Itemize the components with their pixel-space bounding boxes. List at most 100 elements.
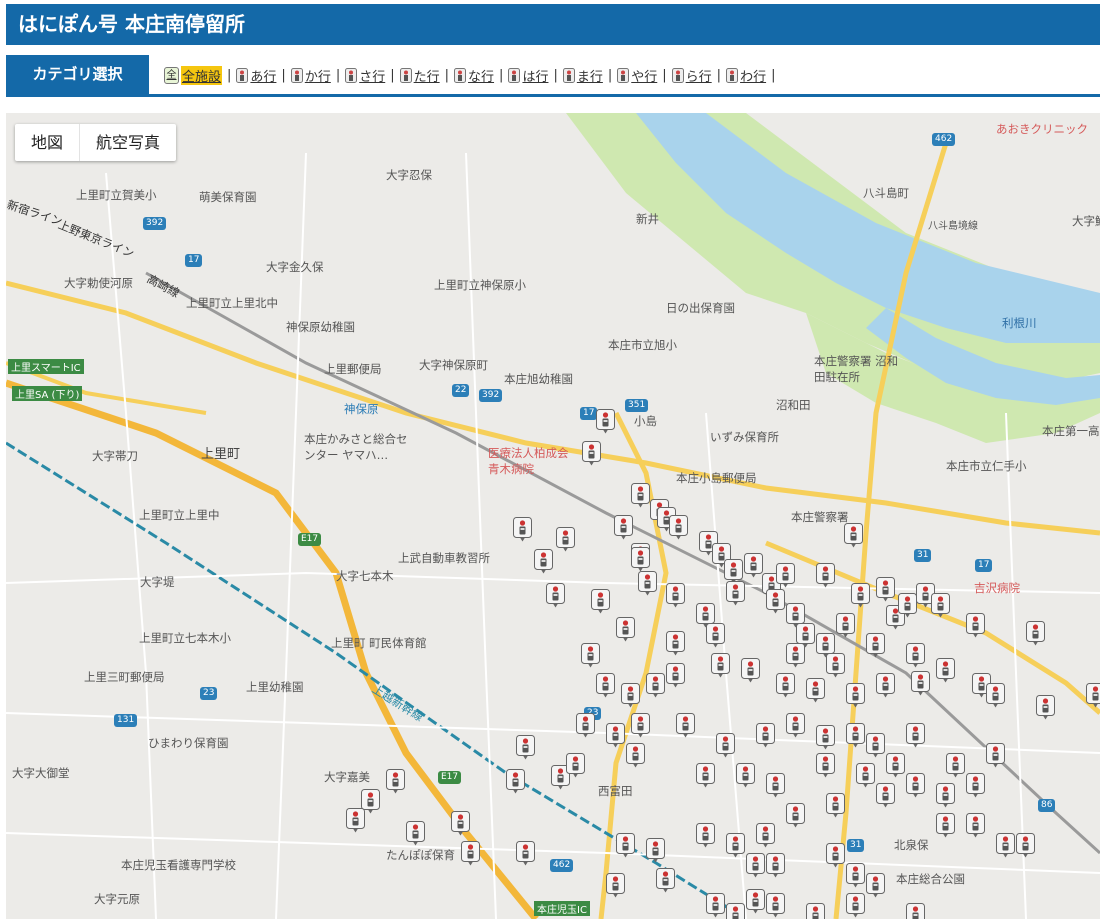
bus-stop-pin-icon[interactable] xyxy=(606,723,625,748)
bus-stop-pin-icon[interactable] xyxy=(696,823,715,848)
bus-stop-pin-icon[interactable] xyxy=(626,743,645,768)
bus-stop-pin-icon[interactable] xyxy=(826,793,845,818)
bus-stop-pin-icon[interactable] xyxy=(696,763,715,788)
bus-stop-pin-icon[interactable] xyxy=(546,583,565,608)
bus-stop-pin-icon[interactable] xyxy=(856,763,875,788)
bus-stop-pin-icon[interactable] xyxy=(806,678,825,703)
bus-stop-pin-icon[interactable] xyxy=(614,515,633,540)
bus-stop-pin-icon[interactable] xyxy=(556,527,575,552)
bus-stop-pin-icon[interactable] xyxy=(906,903,925,919)
bus-stop-pin-icon[interactable] xyxy=(1016,833,1035,858)
bus-stop-pin-icon[interactable] xyxy=(906,643,925,668)
bus-stop-pin-icon[interactable] xyxy=(516,841,535,866)
bus-stop-pin-icon[interactable] xyxy=(646,673,665,698)
bus-stop-pin-icon[interactable] xyxy=(886,753,905,778)
bus-stop-pin-icon[interactable] xyxy=(741,658,760,683)
bus-stop-pin-icon[interactable] xyxy=(386,769,405,794)
bus-stop-pin-icon[interactable] xyxy=(406,821,425,846)
bus-stop-pin-icon[interactable] xyxy=(776,673,795,698)
bus-stop-pin-icon[interactable] xyxy=(631,483,650,508)
bus-stop-pin-icon[interactable] xyxy=(756,723,775,748)
bus-stop-pin-icon[interactable] xyxy=(876,577,895,602)
bus-stop-pin-icon[interactable] xyxy=(666,631,685,656)
bus-stop-pin-icon[interactable] xyxy=(621,683,640,708)
bus-stop-pin-icon[interactable] xyxy=(986,683,1005,708)
bus-stop-pin-icon[interactable] xyxy=(876,673,895,698)
bus-stop-pin-icon[interactable] xyxy=(906,773,925,798)
bus-stop-pin-icon[interactable] xyxy=(766,853,785,878)
bus-stop-pin-icon[interactable] xyxy=(582,441,601,466)
bus-stop-pin-icon[interactable] xyxy=(631,547,650,572)
bus-stop-pin-icon[interactable] xyxy=(638,571,657,596)
bus-stop-pin-icon[interactable] xyxy=(1026,621,1045,646)
bus-stop-pin-icon[interactable] xyxy=(766,773,785,798)
bus-stop-pin-icon[interactable] xyxy=(936,783,955,808)
bus-stop-pin-icon[interactable] xyxy=(726,903,745,919)
category-item-ma[interactable]: ま行 xyxy=(562,66,603,85)
bus-stop-pin-icon[interactable] xyxy=(826,843,845,868)
category-item-ka[interactable]: か行 xyxy=(290,66,331,85)
bus-stop-pin-icon[interactable] xyxy=(616,617,635,642)
bus-stop-pin-icon[interactable] xyxy=(846,863,865,888)
bus-stop-pin-icon[interactable] xyxy=(461,841,480,866)
category-item-a[interactable]: あ行 xyxy=(236,66,276,85)
bus-stop-pin-icon[interactable] xyxy=(346,808,365,833)
category-item-wa[interactable]: わ行 xyxy=(726,66,766,85)
bus-stop-pin-icon[interactable] xyxy=(911,671,930,696)
bus-stop-pin-icon[interactable] xyxy=(746,889,765,914)
category-item-sa[interactable]: さ行 xyxy=(345,66,385,85)
bus-stop-pin-icon[interactable] xyxy=(986,743,1005,768)
category-item-na[interactable]: な行 xyxy=(454,66,494,85)
bus-stop-pin-icon[interactable] xyxy=(666,583,685,608)
bus-stop-pin-icon[interactable] xyxy=(851,583,870,608)
bus-stop-pin-icon[interactable] xyxy=(946,753,965,778)
bus-stop-pin-icon[interactable] xyxy=(826,653,845,678)
bus-stop-pin-icon[interactable] xyxy=(726,833,745,858)
bus-stop-pin-icon[interactable] xyxy=(936,813,955,838)
map-button[interactable]: 地図 xyxy=(15,124,81,161)
bus-stop-pin-icon[interactable] xyxy=(966,773,985,798)
bus-stop-pin-icon[interactable] xyxy=(906,723,925,748)
bus-stop-pin-icon[interactable] xyxy=(816,725,835,750)
bus-stop-pin-icon[interactable] xyxy=(606,873,625,898)
bus-stop-pin-icon[interactable] xyxy=(646,838,665,863)
bus-stop-pin-icon[interactable] xyxy=(836,613,855,638)
bus-stop-pin-icon[interactable] xyxy=(756,823,775,848)
category-item-ha[interactable]: は行 xyxy=(508,66,548,85)
bus-stop-pin-icon[interactable] xyxy=(566,753,585,778)
bus-stop-pin-icon[interactable] xyxy=(876,783,895,808)
bus-stop-pin-icon[interactable] xyxy=(806,903,825,919)
bus-stop-pin-icon[interactable] xyxy=(966,613,985,638)
bus-stop-pin-icon[interactable] xyxy=(576,713,595,738)
bus-stop-pin-icon[interactable] xyxy=(786,643,805,668)
bus-stop-pin-icon[interactable] xyxy=(534,549,553,574)
category-item-ra[interactable]: ら行 xyxy=(671,66,712,85)
map-canvas[interactable]: 地図 航空写真 大字忍保 上里町立賀美小 萌美保育園 大字金久保 大字勅使河原 … xyxy=(6,113,1100,919)
bus-stop-pin-icon[interactable] xyxy=(736,763,755,788)
bus-stop-pin-icon[interactable] xyxy=(931,593,950,618)
bus-stop-pin-icon[interactable] xyxy=(766,589,785,614)
bus-stop-pin-icon[interactable] xyxy=(706,623,725,648)
bus-stop-pin-icon[interactable] xyxy=(866,873,885,898)
bus-stop-pin-icon[interactable] xyxy=(581,643,600,668)
bus-stop-pin-icon[interactable] xyxy=(513,517,532,542)
category-item-all[interactable]: 全 全施設 xyxy=(164,65,223,85)
bus-stop-pin-icon[interactable] xyxy=(726,581,745,606)
bus-stop-pin-icon[interactable] xyxy=(744,553,763,578)
bus-stop-pin-icon[interactable] xyxy=(846,723,865,748)
bus-stop-pin-icon[interactable] xyxy=(866,733,885,758)
satellite-button[interactable]: 航空写真 xyxy=(80,124,176,161)
bus-stop-pin-icon[interactable] xyxy=(596,673,615,698)
bus-stop-pin-icon[interactable] xyxy=(844,523,863,548)
bus-stop-pin-icon[interactable] xyxy=(616,833,635,858)
bus-stop-pin-icon[interactable] xyxy=(631,713,650,738)
bus-stop-pin-icon[interactable] xyxy=(516,735,535,760)
bus-stop-pin-icon[interactable] xyxy=(816,563,835,588)
bus-stop-pin-icon[interactable] xyxy=(1086,683,1100,708)
bus-stop-pin-icon[interactable] xyxy=(776,563,795,588)
bus-stop-pin-icon[interactable] xyxy=(676,713,695,738)
bus-stop-pin-icon[interactable] xyxy=(766,893,785,918)
bus-stop-pin-icon[interactable] xyxy=(996,833,1015,858)
bus-stop-pin-icon[interactable] xyxy=(669,515,688,540)
bus-stop-pin-icon[interactable] xyxy=(786,803,805,828)
